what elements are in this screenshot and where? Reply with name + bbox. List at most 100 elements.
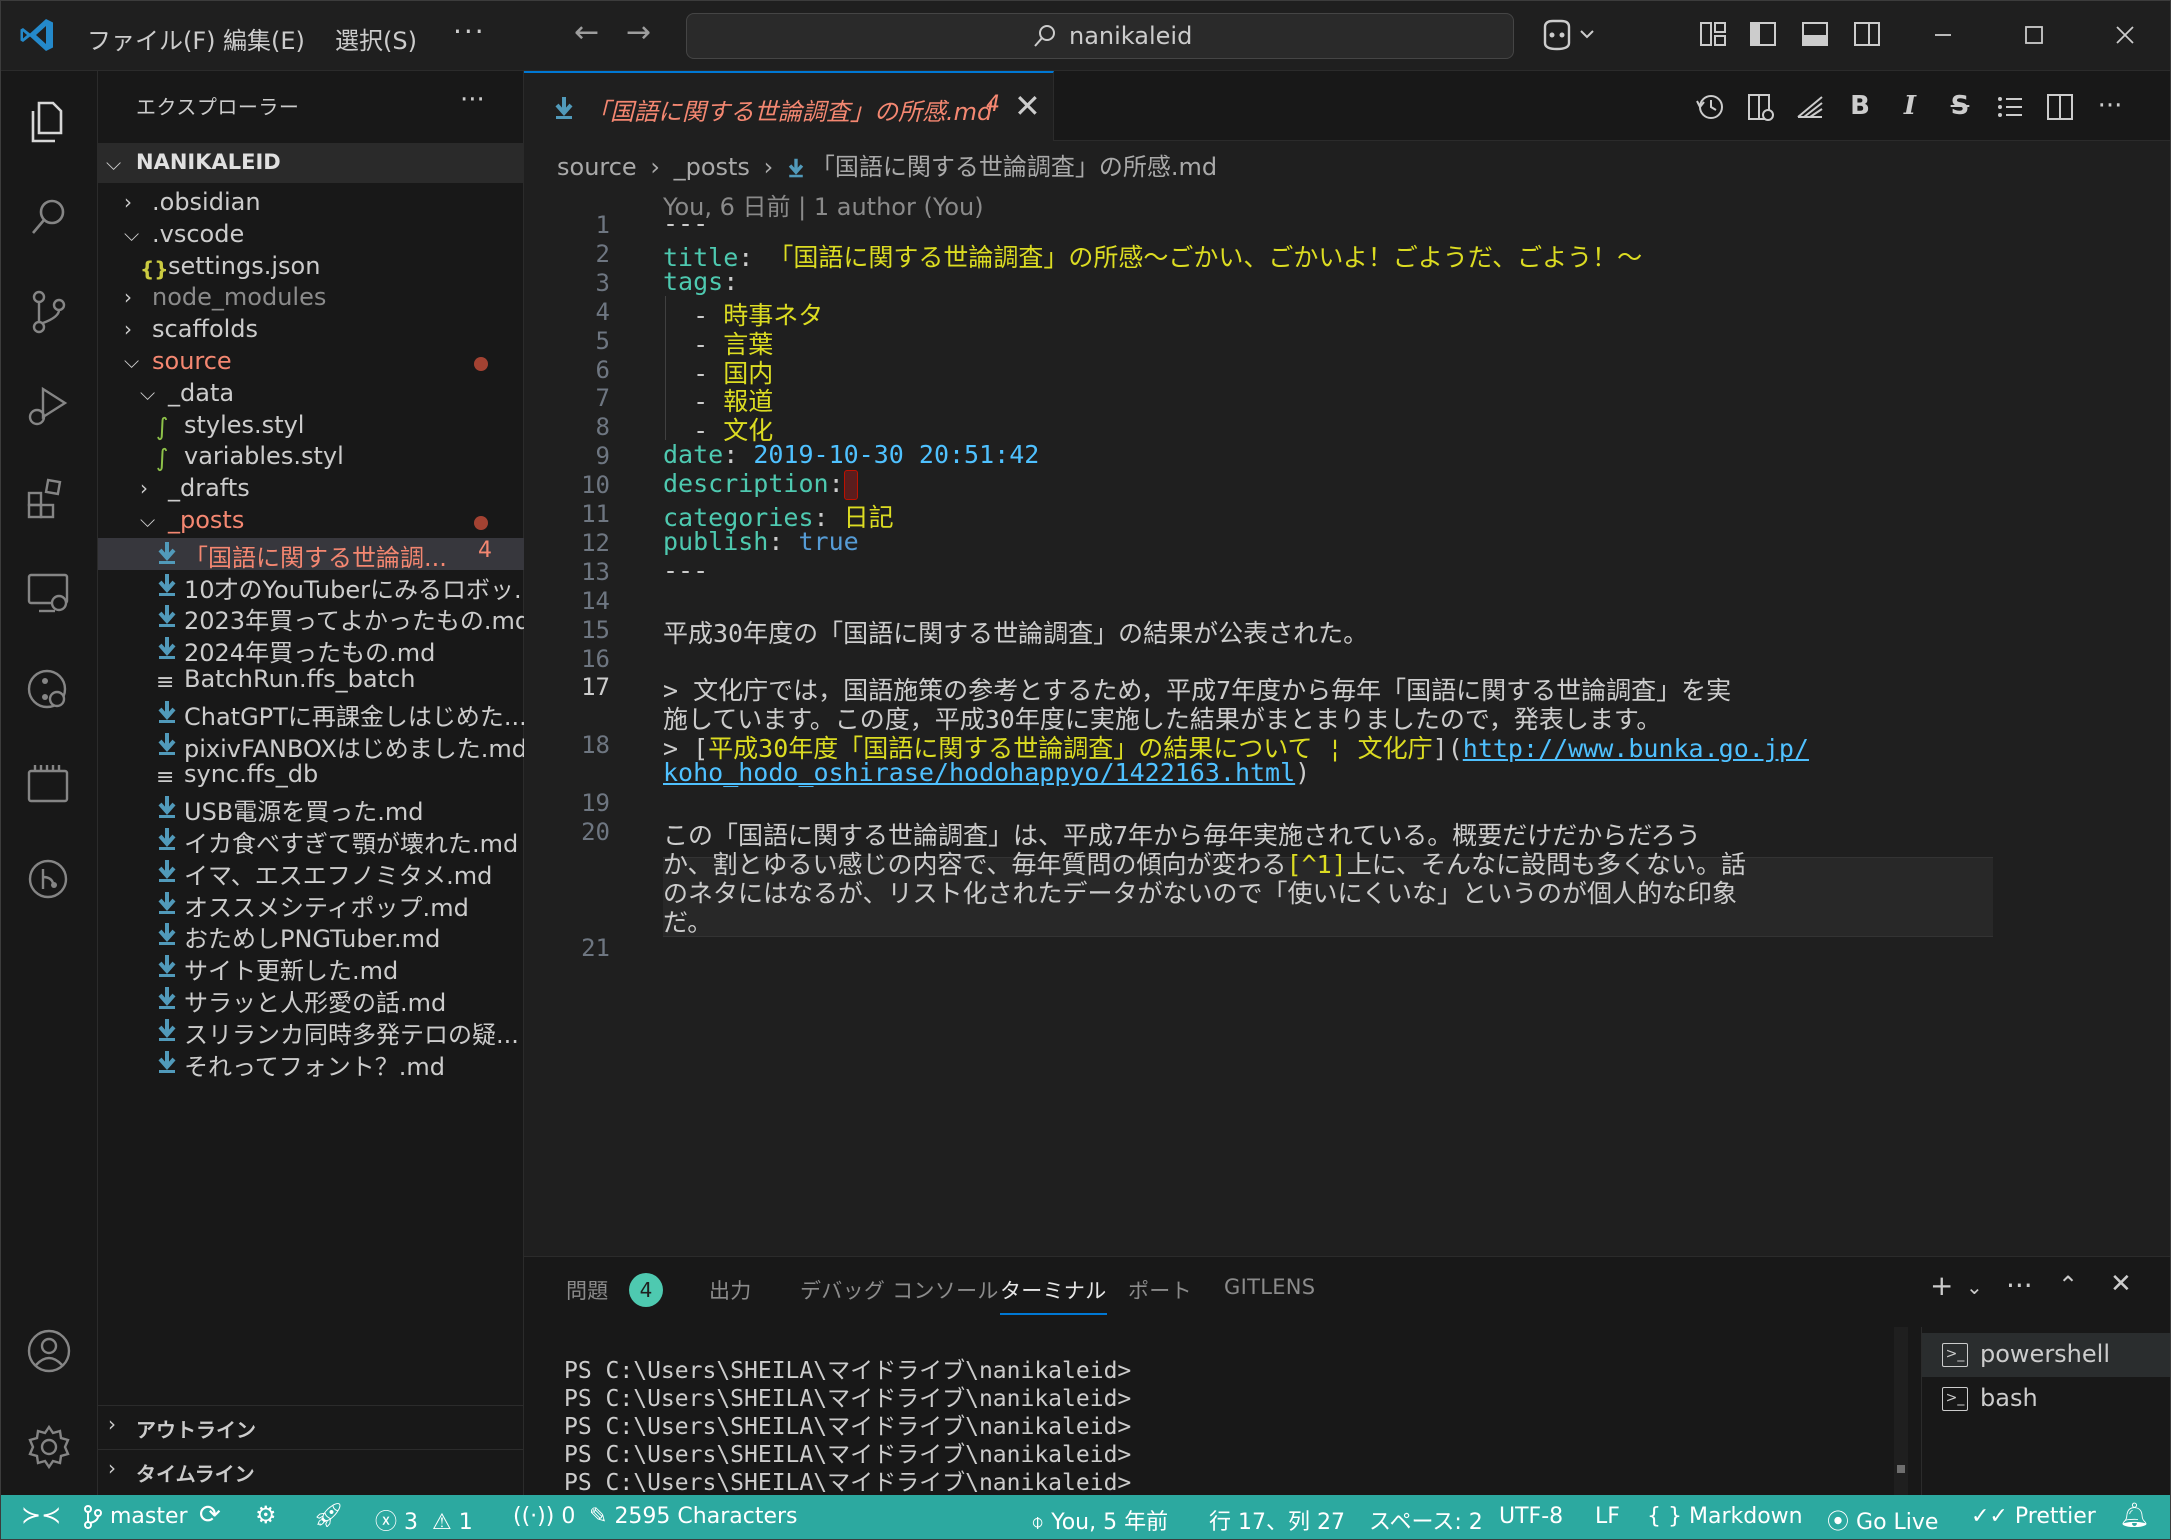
folder-item[interactable]: ⌵ _posts [98, 506, 524, 538]
outline-section[interactable]: › アウトライン [98, 1405, 524, 1445]
file-item[interactable]: イカ食べすぎて顎が壊れた.md [98, 824, 524, 858]
sync-icon[interactable]: ⟳ [199, 1500, 221, 1530]
encoding[interactable]: UTF-8 [1499, 1504, 1563, 1529]
breadcrumb-file[interactable]: 「国語に関する世論調査」の所感.md [811, 153, 1217, 181]
folder-item[interactable]: › _drafts [98, 474, 524, 506]
file-item[interactable]: おためしPNGTuber.md [98, 919, 524, 953]
file-item[interactable]: ≡ BatchRun.ffs_batch [98, 665, 524, 697]
file-item[interactable]: サラッと人形愛の話.md [98, 983, 524, 1017]
file-item[interactable]: サイト更新した.md [98, 951, 524, 985]
file-item[interactable]: {} settings.json [98, 252, 524, 284]
project-manager-icon[interactable] [21, 757, 77, 813]
file-item[interactable]: 10才のYouTuberにみるロボッ... [98, 570, 537, 604]
tab-debug-console[interactable]: デバッグ コンソール [800, 1275, 999, 1305]
terminal-output[interactable]: PS C:\Users\SHEILA\マイドライブ\nanikaleid> PS … [564, 1357, 1131, 1497]
toggle-panel-icon[interactable] [1800, 19, 1830, 49]
file-item[interactable]: ≡ sync.ffs_db [98, 760, 524, 792]
breadcrumb-source[interactable]: source [557, 153, 637, 181]
explorer-icon[interactable] [21, 93, 77, 149]
folder-item[interactable]: ⌵ .vscode [98, 220, 524, 252]
workspace-root[interactable]: ⌵ NANIKALEID [98, 143, 524, 183]
language-mode[interactable]: { } Markdown [1647, 1504, 1803, 1529]
editor-more-button[interactable]: ··· [2094, 91, 2126, 123]
search-view-icon[interactable] [21, 189, 77, 245]
new-terminal-icon[interactable]: + [1930, 1269, 1953, 1302]
gitlens-icon[interactable] [21, 851, 77, 907]
source-control-icon[interactable] [21, 283, 77, 339]
file-item[interactable]: それってフォント？.md [98, 1047, 524, 1081]
indentation[interactable]: スペース: 2 [1369, 1504, 1483, 1536]
close-tab-icon[interactable]: ✕ [1014, 87, 1041, 125]
toggle-primary-sidebar-icon[interactable] [1748, 19, 1778, 49]
menu-file[interactable]: ファイル(F) [81, 17, 222, 60]
file-item[interactable]: 2024年買ったもの.md [98, 633, 524, 667]
cursor-position[interactable]: 行 17、列 27 [1209, 1504, 1345, 1536]
timeline-section[interactable]: › タイムライン [98, 1449, 524, 1489]
chevron-down-icon[interactable]: ⌄ [1966, 1275, 1983, 1299]
file-item[interactable]: オススメシティポップ.md [98, 888, 524, 922]
tab-output[interactable]: 出力 [709, 1275, 752, 1305]
command-center-search[interactable]: nanikaleid [686, 13, 1514, 59]
tab-problems[interactable]: 問題 [566, 1275, 609, 1305]
codelens-blame[interactable]: You, 6 日前 | 1 author (You) [663, 187, 984, 222]
maximize-panel-icon[interactable]: ⌃ [2058, 1271, 2078, 1299]
close-panel-icon[interactable]: ✕ [2110, 1269, 2132, 1299]
folder-item[interactable]: ⌵ _data [98, 379, 524, 411]
branch-indicator[interactable]: master [83, 1504, 188, 1529]
italic-button[interactable]: I [1894, 91, 1926, 123]
settings-gear-icon[interactable] [21, 1419, 77, 1475]
customize-layout-icon[interactable] [1698, 19, 1728, 49]
split-editor-icon[interactable] [2044, 91, 2076, 123]
notifications-bell-icon[interactable]: 🔔︎ [2119, 1501, 2149, 1529]
file-item[interactable]: 2023年買ってよかったもの.md [98, 601, 530, 635]
folder-item[interactable]: › .obsidian [98, 188, 524, 220]
forward-arrow-icon[interactable]: → [626, 15, 651, 50]
file-item[interactable]: スリランカ同時多発テロの疑... [98, 1015, 524, 1049]
toggle-inline-blame-icon[interactable] [1794, 91, 1826, 123]
tab-gitlens[interactable]: GITLENS [1224, 1275, 1315, 1299]
file-item[interactable]: ∫ styles.styl [98, 411, 524, 443]
go-live-button[interactable]: ⦿ Go Live [1827, 1504, 1938, 1536]
problems-indicator[interactable]: ⓧ 3 ⚠ 1 [375, 1504, 473, 1536]
run-debug-icon[interactable] [21, 377, 77, 433]
blame-status[interactable]: ⌽ You, 5 年前 [1031, 1504, 1168, 1536]
minimize-icon[interactable] [1923, 15, 1963, 55]
code-editor[interactable]: 1 2 3 4 5 6 7 8 9 10 11 12 13 14 15 16 17 18 19 20 21 --- tit… [524, 209, 2170, 1256]
ports-indicator[interactable]: ((·)) 0 [513, 1504, 575, 1529]
toggle-secondary-sidebar-icon[interactable] [1852, 19, 1882, 49]
prettier-status[interactable]: ✓✓ Prettier [1971, 1504, 2096, 1529]
explorer-more-button[interactable]: ··· [460, 85, 485, 115]
file-item[interactable]: USB電源を買った.md [98, 792, 524, 826]
end-of-line[interactable]: LF [1595, 1504, 1620, 1529]
character-count[interactable]: ✎ 2595 Characters [589, 1504, 798, 1529]
remote-explorer-icon[interactable] [21, 565, 77, 621]
extensions-icon[interactable] [21, 471, 77, 527]
folder-item[interactable]: › scaffolds [98, 315, 524, 347]
gitlens-status-icon[interactable]: ⚙ [255, 1501, 277, 1529]
history-icon[interactable] [1694, 91, 1726, 123]
tab-terminal[interactable]: ターミナル [1000, 1275, 1107, 1315]
file-item[interactable]: ChatGPTに再課金しはじめた.... [98, 697, 534, 731]
tab-ports[interactable]: ポート [1128, 1275, 1192, 1305]
strikethrough-button[interactable]: S [1944, 91, 1976, 123]
copilot-icon[interactable] [1539, 17, 1599, 53]
menu-more[interactable]: ··· [453, 15, 486, 48]
list-icon[interactable] [1994, 91, 2026, 123]
rocket-icon[interactable]: 🚀︎ [313, 1501, 343, 1529]
bold-button[interactable]: B [1844, 91, 1876, 123]
menu-edit[interactable]: 編集(E) [217, 17, 311, 60]
gitlens-inspect-icon[interactable] [21, 661, 77, 717]
editor-tab-active[interactable]: 「国語に関する世論調査」の所感.md 4 ✕ [524, 71, 1054, 141]
open-changes-icon[interactable] [1744, 91, 1776, 123]
file-item[interactable]: イマ、エスエフノミタメ.md [98, 856, 524, 890]
accounts-icon[interactable] [21, 1323, 77, 1379]
maximize-icon[interactable] [2014, 15, 2054, 55]
terminal-scrollbar[interactable] [1894, 1327, 1908, 1496]
file-item[interactable]: pixivFANBOXはじめました.md [98, 729, 527, 763]
file-item[interactable]: ∫ variables.styl [98, 442, 524, 474]
terminal-item-bash[interactable]: >_ bash [1922, 1377, 2170, 1421]
remote-indicator-icon[interactable]: ≻≺ [21, 1501, 61, 1529]
menu-selection[interactable]: 選択(S) [329, 17, 423, 60]
folder-item[interactable]: ⌵ source [98, 347, 524, 379]
breadcrumb-posts[interactable]: _posts [674, 153, 750, 181]
